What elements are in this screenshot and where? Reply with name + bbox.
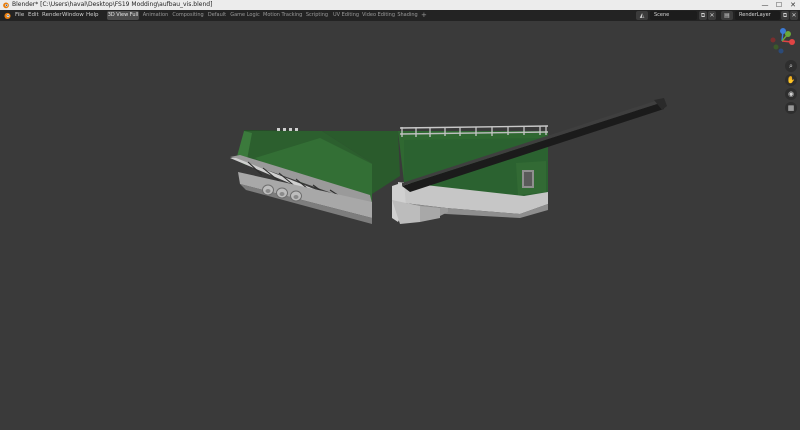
tab-game-logic[interactable]: Game Logic [230,11,260,20]
blender-app-icon [3,2,9,9]
trailer-model [230,98,667,224]
3d-viewport[interactable]: ⌕ ✋ ◉ ▦ [0,21,800,430]
tab-shading[interactable]: Shading [396,11,419,20]
pan-hand-icon[interactable]: ✋ [785,74,797,86]
scene-delete-icon[interactable]: ✕ [708,11,716,20]
menu-file[interactable]: File [15,10,24,21]
minimize-button[interactable]: — [758,0,772,10]
blender-logo-icon[interactable] [3,11,12,20]
tab-motion-tracking[interactable]: Motion Tracking [263,11,302,20]
view-layer-browse-icon[interactable]: ▤ [721,11,733,20]
add-workspace-button[interactable]: + [421,10,427,21]
tab-video-editing[interactable]: Video Editing [362,11,395,20]
scene-browse-icon[interactable]: ◭ [636,11,648,20]
tab-scripting[interactable]: Scripting [304,11,330,20]
menu-window[interactable]: Window [62,10,84,21]
blender-top-bar: File Edit Render Window Help 3D View Ful… [0,10,800,21]
tab-default[interactable]: Default [207,11,227,20]
view-layer-delete-icon[interactable]: ✕ [790,11,798,20]
menu-edit[interactable]: Edit [28,10,39,21]
tab-animation[interactable]: Animation [142,11,169,20]
camera-icon[interactable]: ◉ [785,88,797,100]
view-layer-name-field[interactable]: RenderLayer [735,11,780,20]
ortho-grid-icon[interactable]: ▦ [785,102,797,114]
scene-new-icon[interactable]: ⧉ [699,11,707,20]
zoom-icon[interactable]: ⌕ [785,60,797,72]
tab-3d-view-full[interactable]: 3D View Full [107,11,139,20]
menu-help[interactable]: Help [86,10,99,21]
maximize-button[interactable]: ☐ [772,0,786,10]
window-title: Blender* [C:\Users\haval\Desktop\FS19 Mo… [12,1,213,8]
scene-name-field[interactable]: Scene [650,11,697,20]
tab-uv-editing[interactable]: UV Editing [332,11,360,20]
close-button[interactable]: ✕ [786,0,800,10]
blender-window: Blender* [C:\Users\haval\Desktop\FS19 Mo… [0,0,800,430]
menu-render[interactable]: Render [42,10,62,21]
tab-compositing[interactable]: Compositing [172,11,204,20]
view-layer-new-icon[interactable]: ⧉ [781,11,789,20]
navigation-gizmo[interactable] [764,23,800,59]
